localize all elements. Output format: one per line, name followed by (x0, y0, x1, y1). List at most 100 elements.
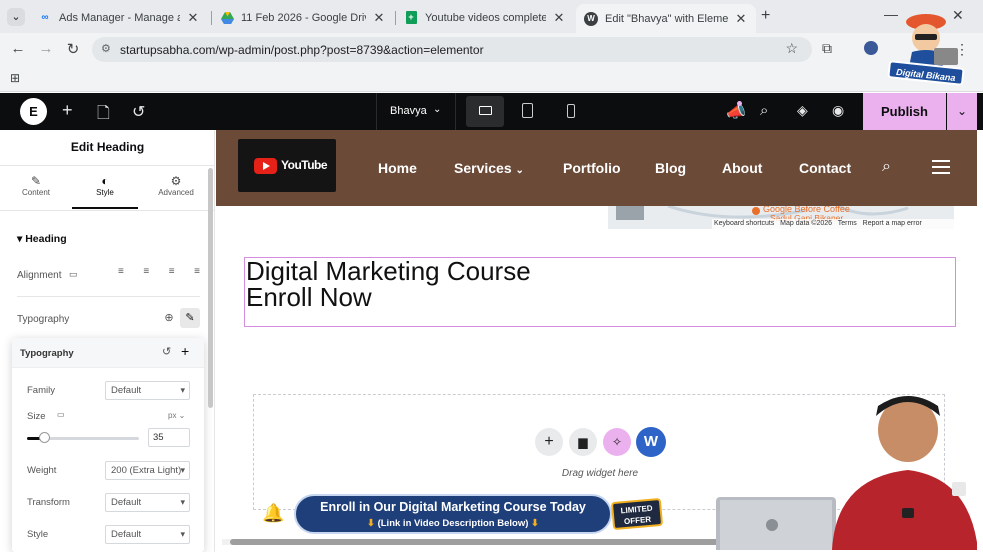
globe-icon[interactable]: ⊕ (159, 308, 179, 328)
desktop-icon (479, 106, 492, 115)
wordpress-kit-icon[interactable]: W (636, 427, 666, 457)
tablet-view-icon[interactable] (522, 103, 533, 118)
banner-line-2: ⬇ (Link in Video Description Below) ⬇ (366, 518, 539, 529)
back-arrow-icon[interactable]: ← (9, 40, 27, 57)
menu-item-services[interactable]: Services ⌄ (454, 160, 524, 176)
tab-search-icon[interactable]: ⌄ (7, 8, 25, 26)
heading-line-1: Digital Marketing Course (246, 256, 531, 286)
font-family-select[interactable]: Default (105, 381, 190, 400)
tab-content[interactable]: ✎ Content (0, 167, 72, 209)
text-transform-select[interactable]: Default (105, 493, 190, 512)
extensions-icon[interactable]: ⧉ (822, 40, 832, 57)
responsive-desktop-icon[interactable]: ▭ (69, 269, 78, 280)
publish-options-button[interactable]: ⌄ (947, 93, 977, 130)
divider (17, 296, 200, 297)
menu-item-about[interactable]: About (722, 160, 762, 176)
close-icon[interactable]: ✕ (372, 10, 386, 26)
elementor-top-bar: E + 🗋 ↺ Bhavya ⌄ 📣 ⌕ ◈ ◉ Publish ⌄ (0, 93, 983, 130)
responsive-desktop-icon[interactable]: ▭ (57, 410, 65, 419)
elementor-logo-icon[interactable]: E (20, 98, 47, 125)
close-icon[interactable]: ✕ (552, 10, 566, 26)
new-tab-button[interactable]: + (761, 7, 770, 25)
tab-advanced[interactable]: ⚙ Advanced (140, 167, 212, 209)
transform-label: Transform (27, 497, 70, 508)
add-element-icon[interactable]: + (62, 100, 73, 121)
font-weight-select[interactable]: 200 (Extra Light) (105, 461, 190, 480)
play-triangle (263, 162, 270, 170)
url-text: startupsabha.com/wp-admin/post.php?post=… (120, 42, 484, 57)
address-bar[interactable]: ⚙ startupsabha.com/wp-admin/post.php?pos… (92, 37, 812, 62)
add-icon[interactable]: + (181, 343, 189, 359)
forward-arrow-icon[interactable]: → (37, 40, 55, 57)
reload-icon[interactable]: ↻ (64, 40, 82, 58)
star-icon[interactable]: ☆ (785, 40, 798, 57)
panel-scrollbar[interactable] (208, 168, 213, 408)
font-style-select[interactable]: Default (105, 525, 190, 544)
reset-icon[interactable]: ↺ (162, 345, 171, 358)
mobile-view-icon[interactable] (567, 104, 575, 118)
size-unit-select[interactable]: px ⌄ (168, 411, 185, 420)
size-slider-handle[interactable] (39, 432, 50, 443)
menu-item-portfolio[interactable]: Portfolio (563, 160, 621, 176)
site-header: YouTube Home Services ⌄ Portfolio Blog A… (216, 130, 977, 206)
size-input[interactable]: 35 (148, 428, 190, 447)
canvas-scrollbar[interactable] (230, 539, 750, 545)
publish-button[interactable]: Publish (863, 93, 946, 130)
page-settings-icon[interactable]: 🗋 (97, 102, 110, 129)
weight-label: Weight (27, 465, 57, 476)
close-icon[interactable]: ✕ (734, 11, 748, 27)
embedded-map[interactable]: Google Before Coffee Sadul Ganj Bikaner … (608, 206, 954, 229)
down-arrow-icon: ⬇ (366, 518, 375, 529)
apps-grid-icon[interactable]: ⊞ (10, 71, 20, 85)
browser-tab-bar: ⌄ ∞ Ads Manager - Manage ads - C ✕ 11 Fe… (0, 0, 983, 33)
search-icon[interactable]: ⌕ (760, 102, 768, 119)
presenter-webcam (716, 392, 977, 550)
meta-icon: ∞ (41, 12, 49, 23)
wordpress-icon: W (584, 11, 598, 26)
close-icon[interactable]: ✕ (186, 10, 200, 26)
editor-panel: Edit Heading ✎ Content ◐ Style ⚙ Advance… (0, 130, 215, 552)
youtube-logo[interactable]: YouTube (238, 139, 336, 192)
history-icon[interactable]: ↺ (132, 102, 145, 122)
typography-popover: Typography ↺ + Family Default Size ▭ px … (12, 338, 204, 552)
tab-youtube-sheet[interactable]: + Youtube videos complete topic ✕ (396, 4, 574, 31)
structure-layers-icon[interactable]: ◈ (797, 102, 808, 119)
bookmarks-bar: ⊞ (0, 65, 983, 92)
hamburger-menu-icon[interactable] (932, 160, 950, 174)
add-template-folder-icon[interactable]: ▆ (569, 428, 597, 456)
preview-eye-icon[interactable]: ◉ (832, 102, 844, 119)
heading-widget[interactable]: Digital Marketing Course Enroll Now (244, 257, 956, 327)
drive-icon (220, 11, 234, 25)
site-info-icon[interactable]: ⚙ (101, 42, 111, 55)
tab-google-drive[interactable]: 11 Feb 2026 - Google Drive ✕ (212, 4, 394, 31)
map-attribution: Keyboard shortcuts Map data ©2026 Terms … (712, 219, 954, 229)
align-right-icon[interactable]: ≡ (169, 266, 175, 284)
tab-ads-manager[interactable]: ∞ Ads Manager - Manage ads - C ✕ (30, 4, 208, 31)
menu-item-contact[interactable]: Contact (799, 160, 851, 176)
alignment-choices: ≡ ≡ ≡ ≡ (118, 266, 200, 284)
notifications-megaphone-icon[interactable]: 📣 (726, 102, 746, 122)
desktop-view-button[interactable] (466, 96, 504, 127)
profile-extension-icon[interactable] (864, 41, 878, 55)
menu-item-home[interactable]: Home (378, 160, 417, 176)
section-heading-toggle[interactable]: ▾ Heading (17, 233, 67, 245)
limited-offer-badge: LIMITED OFFER (610, 497, 664, 531)
logo-text: YouTube (281, 158, 328, 172)
search-icon[interactable]: ⌕ (882, 158, 891, 176)
chevron-down-icon: ⌄ (515, 165, 524, 176)
heading-line-2: Enroll Now (246, 282, 372, 312)
edit-typography-pencil-icon[interactable]: ✎ (180, 308, 200, 328)
add-section-button[interactable]: + (535, 428, 563, 456)
sheets-icon: + (404, 11, 418, 25)
tab-elementor-editor[interactable]: W Edit "Bhavya" with Elementor ✕ (576, 4, 756, 33)
align-left-icon[interactable]: ≡ (118, 266, 124, 284)
page-selector[interactable]: Bhavya ⌄ (376, 93, 456, 130)
map-pin-icon (752, 207, 760, 215)
ai-sparkle-icon[interactable]: ✧ (603, 428, 631, 456)
pencil-icon: ✎ (30, 174, 42, 188)
align-center-icon[interactable]: ≡ (143, 266, 149, 284)
tab-style[interactable]: ◐ Style (72, 167, 138, 209)
menu-item-blog[interactable]: Blog (655, 160, 686, 176)
promo-banner: Enroll in Our Digital Marketing Course T… (294, 494, 612, 534)
align-justify-icon[interactable]: ≡ (194, 266, 200, 284)
